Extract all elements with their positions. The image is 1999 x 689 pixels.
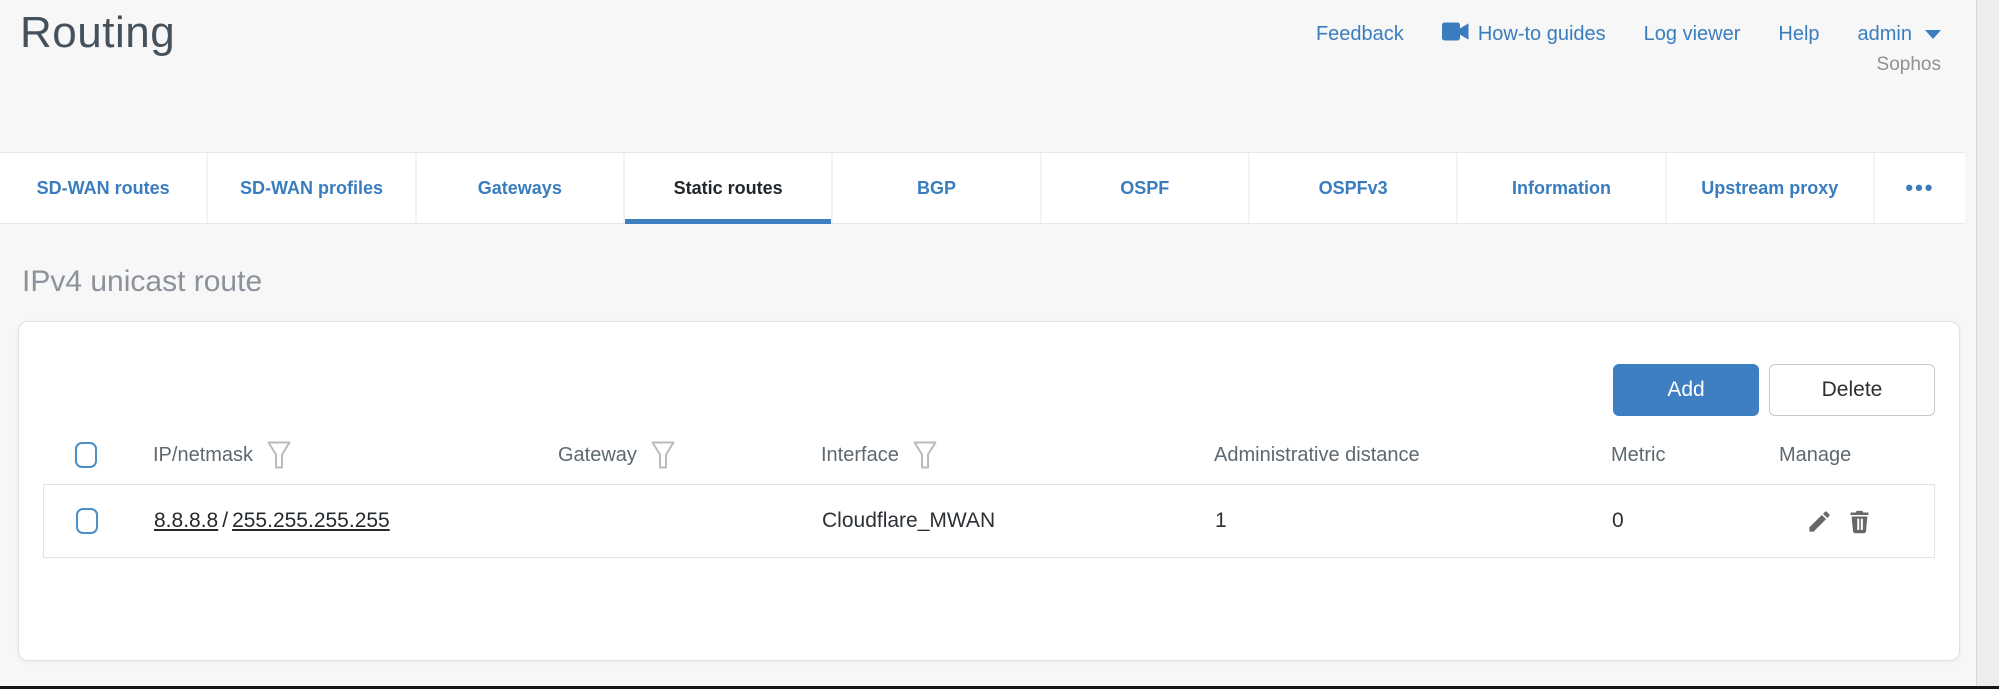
brand-label: Sophos xyxy=(1877,54,1941,76)
row-checkbox-cell xyxy=(44,508,154,534)
cell-interface: Cloudflare_MWAN xyxy=(822,509,1215,533)
tab-information[interactable]: Information xyxy=(1456,153,1664,223)
route-ip-netmask-link[interactable]: 8.8.8.8/255.255.255.255 xyxy=(154,509,559,533)
howto-guides-link[interactable]: How-to guides xyxy=(1442,22,1606,47)
header-ip-netmask: IP/netmask xyxy=(153,441,558,470)
tab-upstream-proxy[interactable]: Upstream proxy xyxy=(1665,153,1873,223)
header-interface: Interface xyxy=(821,441,1214,470)
filter-funnel-icon[interactable] xyxy=(913,441,937,470)
header-metric: Metric xyxy=(1611,444,1779,467)
tab-static-routes[interactable]: Static routes xyxy=(623,153,831,223)
tab-ospf[interactable]: OSPF xyxy=(1040,153,1248,223)
tab-sdwan-profiles[interactable]: SD-WAN profiles xyxy=(206,153,414,223)
tab-gateways[interactable]: Gateways xyxy=(415,153,623,223)
routing-page: Routing Feedback How-to guides Log viewe… xyxy=(0,0,1999,689)
header-checkbox-cell xyxy=(43,442,153,468)
main-content: IPv4 unicast route Add Delete IP/netmask xyxy=(0,264,1999,661)
tab-ospfv3[interactable]: OSPFv3 xyxy=(1248,153,1456,223)
more-tabs-icon[interactable]: ••• xyxy=(1873,153,1965,223)
log-viewer-link[interactable]: Log viewer xyxy=(1644,23,1741,46)
tab-sdwan-routes[interactable]: SD-WAN routes xyxy=(0,153,206,223)
page-title: Routing xyxy=(20,8,175,59)
caret-down-icon xyxy=(1925,30,1941,39)
routing-tab-bar: SD-WAN routes SD-WAN profiles Gateways S… xyxy=(0,152,1965,224)
row-checkbox[interactable] xyxy=(76,508,98,534)
header-right: Feedback How-to guides Log viewer Help a… xyxy=(1316,8,1941,76)
header-gateway: Gateway xyxy=(558,441,821,470)
cell-metric: 0 xyxy=(1612,509,1780,533)
cell-admin-distance: 1 xyxy=(1215,509,1612,533)
delete-button[interactable]: Delete xyxy=(1769,364,1935,416)
table-header-row: IP/netmask Gateway Interface xyxy=(43,426,1935,484)
filter-funnel-icon[interactable] xyxy=(267,441,291,470)
top-header: Routing Feedback How-to guides Log viewe… xyxy=(0,0,1999,152)
help-link[interactable]: Help xyxy=(1778,23,1819,46)
routes-card: Add Delete IP/netmask Gateway xyxy=(18,321,1960,661)
admin-user-menu[interactable]: admin xyxy=(1858,23,1941,46)
cell-manage xyxy=(1780,508,1934,535)
section-title: IPv4 unicast route xyxy=(22,264,1999,299)
header-admin-distance: Administrative distance xyxy=(1214,444,1611,467)
header-manage: Manage xyxy=(1779,444,1935,467)
edit-pencil-icon[interactable] xyxy=(1806,508,1833,535)
select-all-checkbox[interactable] xyxy=(75,442,97,468)
add-button[interactable]: Add xyxy=(1613,364,1759,416)
trash-icon[interactable] xyxy=(1846,508,1873,535)
header-links: Feedback How-to guides Log viewer Help a… xyxy=(1316,22,1941,47)
feedback-link[interactable]: Feedback xyxy=(1316,23,1404,46)
card-toolbar: Add Delete xyxy=(43,322,1935,416)
tab-bgp[interactable]: BGP xyxy=(831,153,1039,223)
filter-funnel-icon[interactable] xyxy=(651,441,675,470)
page-right-gutter xyxy=(1976,0,1999,686)
table-row: 8.8.8.8/255.255.255.255 Cloudflare_MWAN … xyxy=(43,484,1935,558)
video-camera-icon xyxy=(1442,22,1469,47)
